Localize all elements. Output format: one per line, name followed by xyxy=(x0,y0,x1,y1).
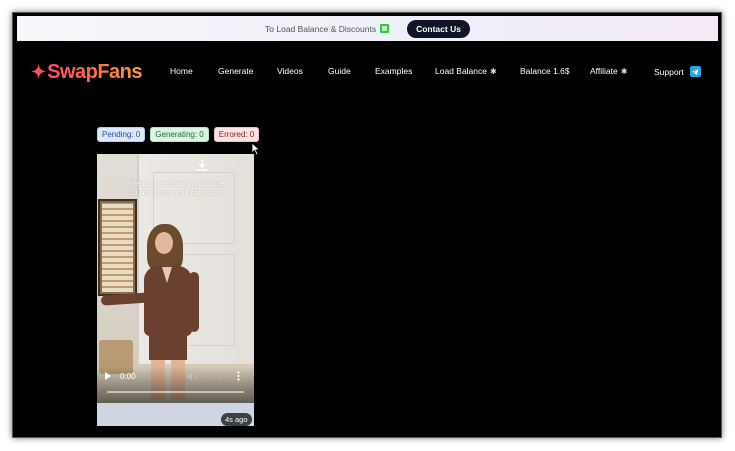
video-card: When someone tells you for the 1st time … xyxy=(97,154,254,426)
more-vertical-icon[interactable] xyxy=(237,371,240,381)
video-age-badge: 4s ago xyxy=(221,413,252,426)
errored-badge: Errored: 0 xyxy=(213,127,260,142)
nav-home[interactable]: Home xyxy=(170,66,193,76)
promo-text[interactable]: To Load Balance & Discounts xyxy=(265,24,376,34)
video-frame-poster xyxy=(98,199,137,296)
fullscreen-icon[interactable] xyxy=(213,372,221,380)
nav-videos[interactable]: Videos xyxy=(277,66,303,76)
video-caption: When someone tells you for the 1st time … xyxy=(125,181,225,197)
nav-load-balance-label: Load Balance xyxy=(435,66,487,76)
status-badges: Pending: 0 Generating: 0 Errored: 0 xyxy=(97,127,260,142)
generating-badge: Generating: 0 xyxy=(150,127,209,142)
nav-generate[interactable]: Generate xyxy=(218,66,253,76)
video-time: 0:00 xyxy=(120,371,136,381)
promo-banner: To Load Balance & Discounts Contact Us xyxy=(17,16,718,41)
video-frame-face xyxy=(155,232,173,254)
video-progress-bar[interactable] xyxy=(107,391,244,393)
promo-text-group[interactable]: To Load Balance & Discounts xyxy=(265,24,390,34)
nav-affiliate[interactable]: Affiliate ✱ xyxy=(590,66,627,76)
pending-badge: Pending: 0 xyxy=(97,127,146,142)
nav-load-balance[interactable]: Load Balance ✱ xyxy=(435,66,497,76)
video-player[interactable]: When someone tells you for the 1st time … xyxy=(97,154,254,403)
bug-icon: ✱ xyxy=(620,66,628,76)
nav-guide[interactable]: Guide xyxy=(328,66,351,76)
logo-text: SwapFans xyxy=(47,60,143,83)
green-square-icon xyxy=(380,24,390,33)
nav-support[interactable]: Support xyxy=(654,66,701,77)
contact-us-button[interactable]: Contact Us xyxy=(407,19,470,38)
app-window: To Load Balance & Discounts Contact Us ✦… xyxy=(12,12,722,438)
nav-support-label: Support xyxy=(654,66,684,77)
play-icon[interactable] xyxy=(105,372,111,380)
telegram-icon xyxy=(689,66,701,77)
main-nav: ✦ SwapFans Home Generate Videos Guide Ex… xyxy=(13,58,721,86)
video-frame-shorts xyxy=(149,334,187,360)
nav-balance[interactable]: Balance 1.6$ xyxy=(520,66,570,76)
volume-icon[interactable] xyxy=(187,372,197,381)
bug-icon: ✱ xyxy=(490,66,497,76)
download-icon[interactable] xyxy=(195,158,209,172)
video-controls: 0:00 xyxy=(105,369,250,383)
nav-affiliate-label: Affiliate xyxy=(590,66,618,76)
logo-mark-icon: ✦ xyxy=(31,61,47,82)
video-frame-arm-right xyxy=(189,272,199,332)
logo[interactable]: ✦ SwapFans xyxy=(31,58,143,86)
nav-examples[interactable]: Examples xyxy=(375,66,412,76)
